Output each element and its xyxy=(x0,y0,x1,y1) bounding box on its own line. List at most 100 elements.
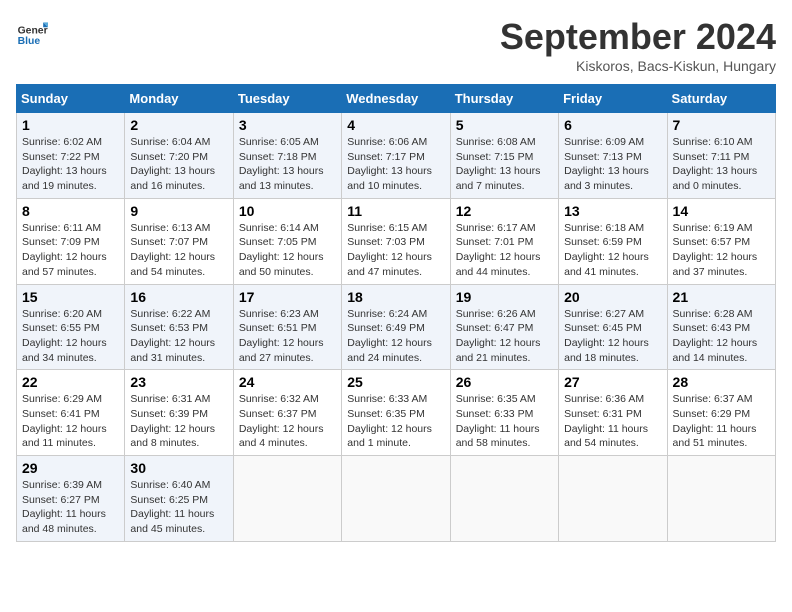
day-number: 14 xyxy=(673,203,770,219)
day-cell: 18 Sunrise: 6:24 AMSunset: 6:49 PMDayligh… xyxy=(342,284,450,370)
day-cell: 6 Sunrise: 6:09 AMSunset: 7:13 PMDaylight… xyxy=(559,113,667,199)
day-info: Sunrise: 6:02 AMSunset: 7:22 PMDaylight:… xyxy=(22,135,119,194)
day-number: 7 xyxy=(673,117,770,133)
calendar-table: SundayMondayTuesdayWednesdayThursdayFrid… xyxy=(16,84,776,542)
header: General Blue September 2024 Kiskoros, Ba… xyxy=(16,16,776,74)
day-cell: 13Sunrise: 6:18 AMSunset: 6:59 PMDayligh… xyxy=(559,198,667,284)
day-info: Sunrise: 6:08 AMSunset: 7:15 PMDaylight:… xyxy=(456,135,553,194)
day-number: 26 xyxy=(456,374,553,390)
day-number: 27 xyxy=(564,374,661,390)
day-info: Sunrise: 6:20 AMSunset: 6:55 PMDaylight:… xyxy=(22,307,119,366)
day-cell xyxy=(342,456,450,542)
day-info: Sunrise: 6:19 AMSunset: 6:57 PMDaylight:… xyxy=(673,221,770,280)
day-number: 1 xyxy=(22,117,119,133)
header-day-saturday: Saturday xyxy=(667,85,775,113)
day-number: 2 xyxy=(130,117,227,133)
day-cell: 2 Sunrise: 6:04 AMSunset: 7:20 PMDaylight… xyxy=(125,113,233,199)
location: Kiskoros, Bacs-Kiskun, Hungary xyxy=(500,58,776,74)
logo-icon: General Blue xyxy=(16,16,48,48)
day-cell: 17 Sunrise: 6:23 AMSunset: 6:51 PMDayligh… xyxy=(233,284,341,370)
month-year: September 2024 xyxy=(500,16,776,58)
day-cell: 7 Sunrise: 6:10 AMSunset: 7:11 PMDaylight… xyxy=(667,113,775,199)
day-number: 30 xyxy=(130,460,227,476)
day-cell: 19 Sunrise: 6:26 AMSunset: 6:47 PMDayligh… xyxy=(450,284,558,370)
header-day-monday: Monday xyxy=(125,85,233,113)
day-info: Sunrise: 6:31 AMSunset: 6:39 PMDaylight:… xyxy=(130,392,227,451)
day-cell: 11 Sunrise: 6:15 AMSunset: 7:03 PMDayligh… xyxy=(342,198,450,284)
day-number: 9 xyxy=(130,203,227,219)
day-cell: 14 Sunrise: 6:19 AMSunset: 6:57 PMDayligh… xyxy=(667,198,775,284)
day-info: Sunrise: 6:39 AMSunset: 6:27 PMDaylight:… xyxy=(22,478,119,537)
day-number: 11 xyxy=(347,203,444,219)
day-info: Sunrise: 6:13 AMSunset: 7:07 PMDaylight:… xyxy=(130,221,227,280)
day-info: Sunrise: 6:15 AMSunset: 7:03 PMDaylight:… xyxy=(347,221,444,280)
day-number: 23 xyxy=(130,374,227,390)
week-row-5: 29Sunrise: 6:39 AMSunset: 6:27 PMDayligh… xyxy=(17,456,776,542)
day-info: Sunrise: 6:28 AMSunset: 6:43 PMDaylight:… xyxy=(673,307,770,366)
day-cell: 26Sunrise: 6:35 AMSunset: 6:33 PMDayligh… xyxy=(450,370,558,456)
day-number: 19 xyxy=(456,289,553,305)
day-cell: 9 Sunrise: 6:13 AMSunset: 7:07 PMDaylight… xyxy=(125,198,233,284)
day-number: 6 xyxy=(564,117,661,133)
day-cell: 21 Sunrise: 6:28 AMSunset: 6:43 PMDayligh… xyxy=(667,284,775,370)
day-number: 28 xyxy=(673,374,770,390)
day-number: 22 xyxy=(22,374,119,390)
day-info: Sunrise: 6:40 AMSunset: 6:25 PMDaylight:… xyxy=(130,478,227,537)
day-cell: 28 Sunrise: 6:37 AMSunset: 6:29 PMDayligh… xyxy=(667,370,775,456)
day-number: 16 xyxy=(130,289,227,305)
day-number: 18 xyxy=(347,289,444,305)
day-cell: 27Sunrise: 6:36 AMSunset: 6:31 PMDayligh… xyxy=(559,370,667,456)
day-cell: 3 Sunrise: 6:05 AMSunset: 7:18 PMDaylight… xyxy=(233,113,341,199)
day-cell: 15 Sunrise: 6:20 AMSunset: 6:55 PMDayligh… xyxy=(17,284,125,370)
day-number: 5 xyxy=(456,117,553,133)
week-row-3: 15 Sunrise: 6:20 AMSunset: 6:55 PMDayligh… xyxy=(17,284,776,370)
week-row-1: 1 Sunrise: 6:02 AMSunset: 7:22 PMDaylight… xyxy=(17,113,776,199)
week-row-2: 8Sunrise: 6:11 AMSunset: 7:09 PMDaylight… xyxy=(17,198,776,284)
day-number: 20 xyxy=(564,289,661,305)
day-info: Sunrise: 6:27 AMSunset: 6:45 PMDaylight:… xyxy=(564,307,661,366)
day-info: Sunrise: 6:23 AMSunset: 6:51 PMDaylight:… xyxy=(239,307,336,366)
header-day-sunday: Sunday xyxy=(17,85,125,113)
day-info: Sunrise: 6:17 AMSunset: 7:01 PMDaylight:… xyxy=(456,221,553,280)
logo: General Blue xyxy=(16,16,48,48)
day-info: Sunrise: 6:10 AMSunset: 7:11 PMDaylight:… xyxy=(673,135,770,194)
day-info: Sunrise: 6:14 AMSunset: 7:05 PMDaylight:… xyxy=(239,221,336,280)
day-number: 24 xyxy=(239,374,336,390)
week-row-4: 22Sunrise: 6:29 AMSunset: 6:41 PMDayligh… xyxy=(17,370,776,456)
title-area: September 2024 Kiskoros, Bacs-Kiskun, Hu… xyxy=(500,16,776,74)
day-info: Sunrise: 6:24 AMSunset: 6:49 PMDaylight:… xyxy=(347,307,444,366)
day-info: Sunrise: 6:22 AMSunset: 6:53 PMDaylight:… xyxy=(130,307,227,366)
svg-text:Blue: Blue xyxy=(18,36,41,47)
day-info: Sunrise: 6:37 AMSunset: 6:29 PMDaylight:… xyxy=(673,392,770,451)
day-cell xyxy=(667,456,775,542)
header-day-thursday: Thursday xyxy=(450,85,558,113)
day-number: 17 xyxy=(239,289,336,305)
day-cell xyxy=(233,456,341,542)
day-cell: 29Sunrise: 6:39 AMSunset: 6:27 PMDayligh… xyxy=(17,456,125,542)
day-info: Sunrise: 6:06 AMSunset: 7:17 PMDaylight:… xyxy=(347,135,444,194)
day-number: 21 xyxy=(673,289,770,305)
day-cell: 8Sunrise: 6:11 AMSunset: 7:09 PMDaylight… xyxy=(17,198,125,284)
day-cell: 10Sunrise: 6:14 AMSunset: 7:05 PMDayligh… xyxy=(233,198,341,284)
day-info: Sunrise: 6:33 AMSunset: 6:35 PMDaylight:… xyxy=(347,392,444,451)
day-cell: 30 Sunrise: 6:40 AMSunset: 6:25 PMDayligh… xyxy=(125,456,233,542)
day-cell: 25 Sunrise: 6:33 AMSunset: 6:35 PMDayligh… xyxy=(342,370,450,456)
day-number: 3 xyxy=(239,117,336,133)
day-info: Sunrise: 6:09 AMSunset: 7:13 PMDaylight:… xyxy=(564,135,661,194)
day-cell: 16 Sunrise: 6:22 AMSunset: 6:53 PMDayligh… xyxy=(125,284,233,370)
day-number: 12 xyxy=(456,203,553,219)
day-info: Sunrise: 6:05 AMSunset: 7:18 PMDaylight:… xyxy=(239,135,336,194)
day-cell: 4Sunrise: 6:06 AMSunset: 7:17 PMDaylight… xyxy=(342,113,450,199)
calendar-header-row: SundayMondayTuesdayWednesdayThursdayFrid… xyxy=(17,85,776,113)
day-cell: 20 Sunrise: 6:27 AMSunset: 6:45 PMDayligh… xyxy=(559,284,667,370)
day-info: Sunrise: 6:04 AMSunset: 7:20 PMDaylight:… xyxy=(130,135,227,194)
day-cell: 1 Sunrise: 6:02 AMSunset: 7:22 PMDaylight… xyxy=(17,113,125,199)
svg-text:General: General xyxy=(18,26,48,37)
day-info: Sunrise: 6:26 AMSunset: 6:47 PMDaylight:… xyxy=(456,307,553,366)
day-info: Sunrise: 6:11 AMSunset: 7:09 PMDaylight:… xyxy=(22,221,119,280)
day-cell: 24Sunrise: 6:32 AMSunset: 6:37 PMDayligh… xyxy=(233,370,341,456)
day-cell: 22Sunrise: 6:29 AMSunset: 6:41 PMDayligh… xyxy=(17,370,125,456)
header-day-wednesday: Wednesday xyxy=(342,85,450,113)
day-number: 25 xyxy=(347,374,444,390)
day-number: 15 xyxy=(22,289,119,305)
